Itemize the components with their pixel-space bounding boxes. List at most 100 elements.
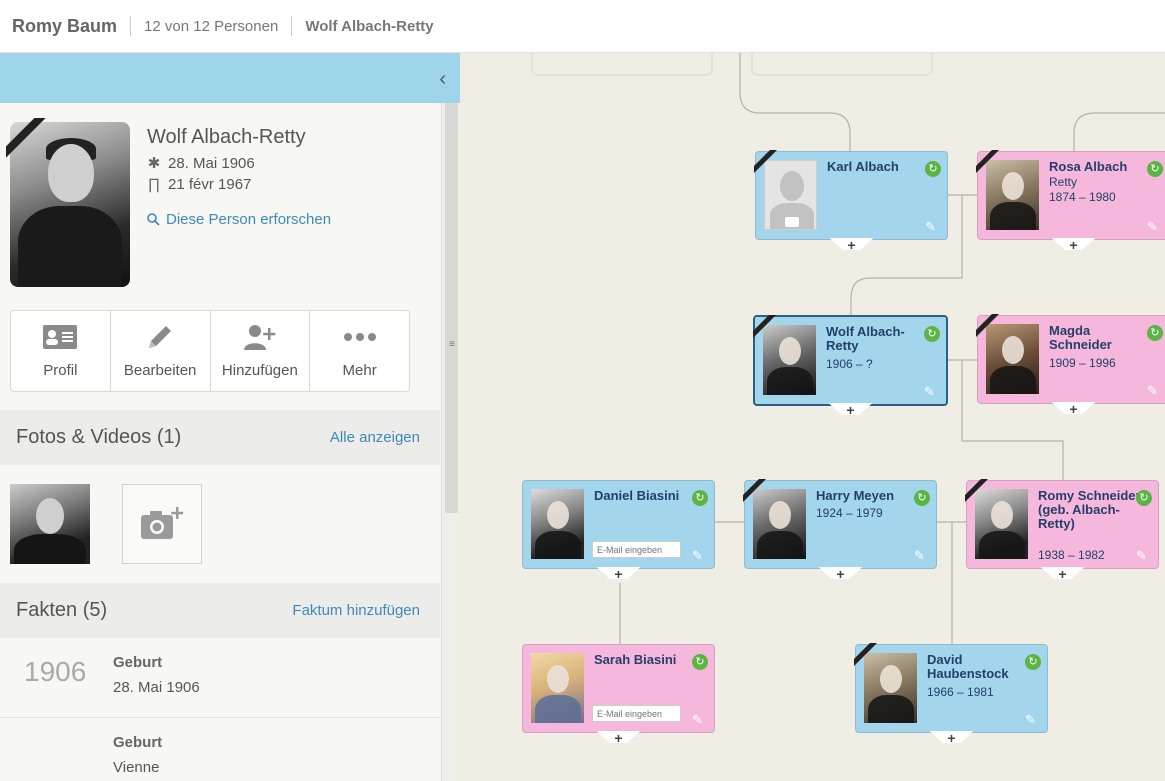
show-all-link[interactable]: Alle anzeigen xyxy=(330,429,420,446)
birth-date: 28. Mai 1906 xyxy=(168,154,255,172)
person-card-rosa-albach[interactable]: Rosa Albach Retty 1874 – 1980 ↻ ✎ + xyxy=(976,150,1165,253)
person-photo[interactable] xyxy=(531,653,584,723)
fact-year: 1906 xyxy=(24,656,87,687)
mourning-band-icon xyxy=(743,479,769,505)
expand-plus-icon[interactable]: + xyxy=(1069,237,1079,253)
expand-plus-icon[interactable]: + xyxy=(836,566,846,582)
facts-section-header: Fakten (5) Faktum hinzufügen xyxy=(0,583,440,638)
photo-thumbnail[interactable] xyxy=(10,484,90,564)
panel-scrollbar[interactable]: ≡ xyxy=(441,103,460,781)
person-name: Magda Schneider xyxy=(1049,323,1112,352)
pencil-icon xyxy=(145,322,175,352)
expand-plus-icon[interactable]: + xyxy=(847,237,857,253)
expand-plus-icon[interactable]: + xyxy=(614,730,624,746)
person-card-sarah-biasini[interactable]: Sarah Biasini ↻ ✎ + xyxy=(522,644,715,746)
person-card-daniel-biasini[interactable]: Daniel Biasini ↻ ✎ + xyxy=(522,480,715,582)
search-icon xyxy=(147,213,160,226)
person-name: Rosa Albach xyxy=(1049,159,1128,174)
person-dates: 1938 – 1982 xyxy=(1038,548,1105,562)
person-dates: 1906 – ? xyxy=(826,357,873,371)
fact-row[interactable]: Geburt Vienne xyxy=(0,718,440,781)
photos-section-header: Fotos & Videos (1) Alle anzeigen xyxy=(0,410,440,465)
pencil-icon[interactable]: ✎ xyxy=(1136,548,1150,563)
panel-header-bar: ‹ xyxy=(0,53,460,103)
pencil-icon[interactable]: ✎ xyxy=(1147,219,1161,234)
scrollbar-thumb[interactable]: ≡ xyxy=(445,103,458,513)
person-card-harry-meyen[interactable]: Harry Meyen 1924 – 1979 ↻ ✎ + xyxy=(743,479,937,582)
mourning-band-icon xyxy=(976,314,1002,340)
camera-icon xyxy=(785,217,799,227)
pencil-icon[interactable]: ✎ xyxy=(692,712,706,727)
person-card-david-haubenstock[interactable]: David Haubenstock 1966 – 1981 ↻ ✎ + xyxy=(855,644,1048,746)
fact-value: 28. Mai 1906 xyxy=(113,679,200,696)
add-fact-link[interactable]: Faktum hinzufügen xyxy=(292,602,420,619)
death-date: 21 févr 1967 xyxy=(168,176,252,193)
email-input[interactable] xyxy=(592,541,681,558)
mourning-band-icon xyxy=(754,150,780,176)
mourning-band-icon xyxy=(753,315,779,341)
person-name: Sarah Biasini xyxy=(594,652,677,667)
edit-label: Bearbeiten xyxy=(123,362,197,379)
mourning-band-icon xyxy=(6,118,52,164)
sync-icon[interactable]: ↻ xyxy=(1147,161,1163,177)
divider xyxy=(130,16,132,36)
expand-plus-icon[interactable]: + xyxy=(1069,401,1079,417)
profile-button[interactable]: Profil xyxy=(11,311,111,391)
pencil-icon[interactable]: ✎ xyxy=(924,384,938,399)
sync-icon[interactable]: ↻ xyxy=(1147,325,1163,341)
tree-name[interactable]: Romy Baum xyxy=(12,16,117,37)
person-name: Harry Meyen xyxy=(816,488,895,503)
expand-plus-icon[interactable]: + xyxy=(614,566,624,582)
chevron-left-icon[interactable]: ‹ xyxy=(439,68,446,91)
expand-plus-icon[interactable]: + xyxy=(947,730,957,746)
family-tree-canvas[interactable]: Karl Albach ↻ ✎ + Rosa Albach Retty 1874… xyxy=(460,53,1165,781)
expand-plus-icon[interactable]: + xyxy=(1058,566,1068,582)
sync-icon[interactable]: ↻ xyxy=(914,490,930,506)
person-photo[interactable] xyxy=(531,489,584,559)
birth-star-icon: ✱ xyxy=(147,155,161,172)
add-photo-button[interactable] xyxy=(122,484,202,564)
sync-icon[interactable]: ↻ xyxy=(692,654,708,670)
gravestone-icon: ∏ xyxy=(147,176,161,193)
top-bar: Romy Baum 12 von 12 Personen Wolf Albach… xyxy=(0,0,1165,53)
fact-row[interactable]: 1906 Geburt 28. Mai 1906 xyxy=(0,638,440,718)
more-button[interactable]: Mehr xyxy=(310,311,409,391)
person-name: Wolf Albach-Retty xyxy=(147,126,306,148)
person-summary: Wolf Albach-Retty ✱ 28. Mai 1906 ∏ 21 fé… xyxy=(10,122,430,292)
profile-label: Profil xyxy=(43,362,78,379)
person-card-wolf-albach-retty[interactable]: Wolf Albach-Retty 1906 – ? ↻ ✎ + xyxy=(753,315,948,418)
sync-icon[interactable]: ↻ xyxy=(924,326,940,342)
edit-button[interactable]: Bearbeiten xyxy=(111,311,211,391)
pencil-icon[interactable]: ✎ xyxy=(1147,383,1161,398)
fact-type: Geburt xyxy=(113,654,163,671)
pencil-icon[interactable]: ✎ xyxy=(692,548,706,563)
research-link-label: Diese Person erforschen xyxy=(166,211,332,228)
sync-icon[interactable]: ↻ xyxy=(925,161,941,177)
sync-icon[interactable]: ↻ xyxy=(1025,654,1041,670)
person-dates: 1966 – 1981 xyxy=(927,685,994,699)
person-dates: 1874 – 1980 xyxy=(1049,190,1116,204)
mourning-band-icon xyxy=(965,479,991,505)
action-bar: Profil Bearbeiten Hinzufügen Mehr xyxy=(10,310,410,392)
fact-type: Geburt xyxy=(113,734,163,751)
sync-icon[interactable]: ↻ xyxy=(692,490,708,506)
expand-plus-icon[interactable]: + xyxy=(846,402,856,418)
person-name: Karl Albach xyxy=(827,159,899,174)
research-person-link[interactable]: Diese Person erforschen xyxy=(147,211,331,228)
pencil-icon[interactable]: ✎ xyxy=(914,548,928,563)
photos-title: Fotos & Videos (1) xyxy=(16,426,182,448)
mourning-band-icon xyxy=(976,150,1002,176)
fact-value: Vienne xyxy=(113,759,160,776)
person-card-romy-schneider[interactable]: Romy Schneider (geb. Albach-Retty) 1938 … xyxy=(965,479,1159,582)
divider xyxy=(291,16,293,36)
pencil-icon[interactable]: ✎ xyxy=(1025,712,1039,727)
person-name: Wolf Albach-Retty xyxy=(826,324,905,353)
sync-icon[interactable]: ↻ xyxy=(1136,490,1152,506)
email-input[interactable] xyxy=(592,705,681,722)
person-card-magda-schneider[interactable]: Magda Schneider 1909 – 1996 ↻ ✎ + xyxy=(976,314,1165,417)
camera-plus-icon xyxy=(141,507,184,539)
person-card-karl-albach[interactable]: Karl Albach ↻ ✎ + xyxy=(754,150,948,253)
add-button[interactable]: Hinzufügen xyxy=(211,311,311,391)
pencil-icon[interactable]: ✎ xyxy=(925,219,939,234)
person-side-panel: ‹ ≡ Wolf Albach-Retty ✱ 28. Mai 1906 ∏ 2… xyxy=(0,53,460,781)
